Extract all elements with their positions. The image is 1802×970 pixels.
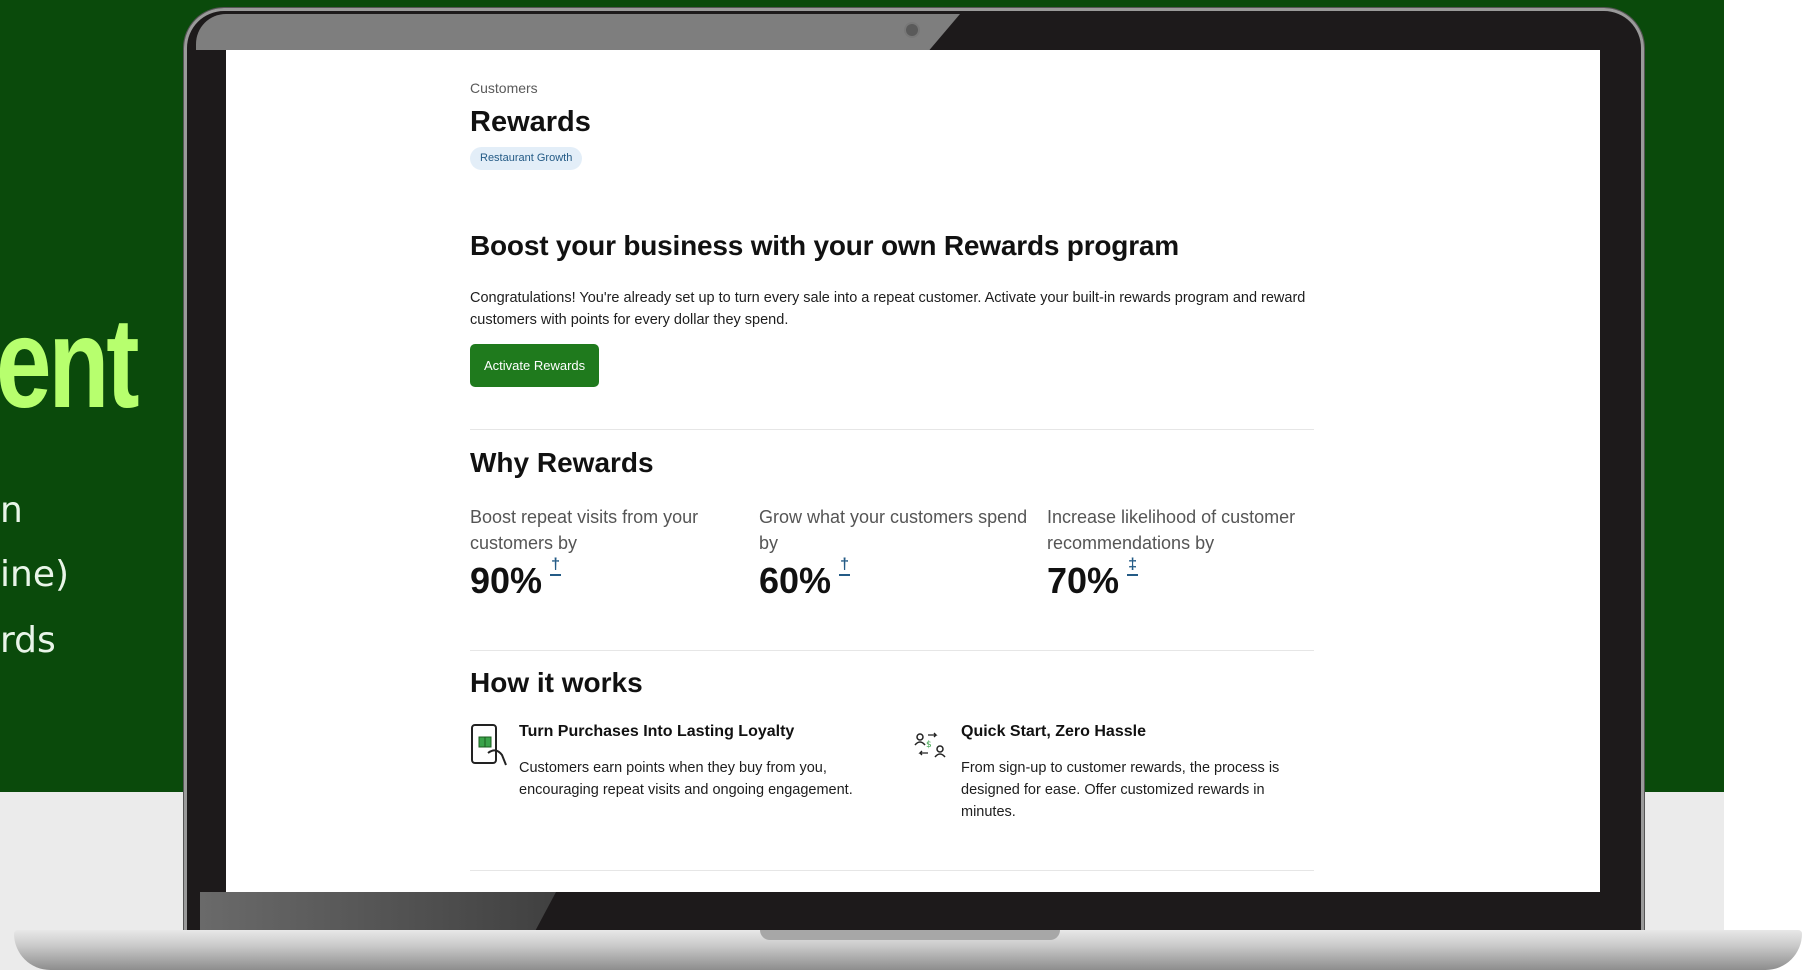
divider: [470, 650, 1314, 651]
stat-value: 70%: [1047, 560, 1120, 601]
divider: [470, 870, 1314, 871]
how-item-text: Customers earn points when they buy from…: [519, 760, 853, 798]
marketing-line-3: rds: [0, 620, 56, 661]
how-item-title: Quick Start, Zero Hassle: [961, 723, 1146, 740]
camera-icon: [906, 24, 918, 36]
stat-label: Increase likelihood of customer recommen…: [1047, 507, 1296, 553]
how-item-text: From sign-up to customer rewards, the pr…: [961, 760, 1280, 820]
breadcrumb[interactable]: Customers: [470, 80, 538, 96]
stat-value: 90%: [470, 560, 543, 601]
people-exchange-icon: $: [914, 732, 946, 758]
svg-text:$: $: [926, 740, 932, 750]
why-rewards-heading: Why Rewards: [470, 447, 654, 478]
laptop-lid-glare: [196, 14, 960, 50]
stat-label: Grow what your customers spend by: [759, 507, 1028, 553]
stat-value-row: 60% †: [759, 556, 1029, 602]
page-title: Rewards: [470, 106, 591, 138]
how-item-title: Turn Purchases Into Lasting Loyalty: [519, 723, 795, 740]
hero-description: Congratulations! You're already set up t…: [470, 290, 1306, 328]
stat-value-row: 70% ‡: [1047, 556, 1317, 602]
divider: [470, 429, 1314, 430]
phone-gift-icon: [471, 724, 507, 766]
footnote-link[interactable]: †: [839, 556, 850, 576]
stat-recommendations: Increase likelihood of customer recommen…: [1047, 504, 1317, 602]
marketing-line-2: ine): [0, 554, 70, 595]
stat-repeat-visits: Boost repeat visits from your customers …: [470, 504, 740, 602]
category-tag: Restaurant Growth: [470, 147, 583, 170]
stat-value: 60%: [759, 560, 832, 601]
laptop-bezel-glare: [200, 892, 556, 932]
footnote-link[interactable]: ‡: [1127, 556, 1138, 576]
marketing-hero-word: ent: [0, 292, 140, 435]
right-margin: [1724, 0, 1802, 970]
laptop-screen: Customers Rewards Restaurant Growth Boos…: [226, 50, 1600, 892]
activate-rewards-button[interactable]: Activate Rewards: [470, 344, 600, 387]
hero-heading: Boost your business with your own Reward…: [470, 230, 1179, 261]
stat-value-row: 90% †: [470, 556, 740, 602]
laptop-base-notch: [760, 930, 1060, 940]
how-it-works-heading: How it works: [470, 667, 643, 698]
footnote-link[interactable]: †: [550, 556, 561, 576]
stat-customer-spend: Grow what your customers spend by 60% †: [759, 504, 1029, 602]
marketing-line-1: n: [0, 490, 23, 531]
stat-label: Boost repeat visits from your customers …: [470, 507, 699, 553]
